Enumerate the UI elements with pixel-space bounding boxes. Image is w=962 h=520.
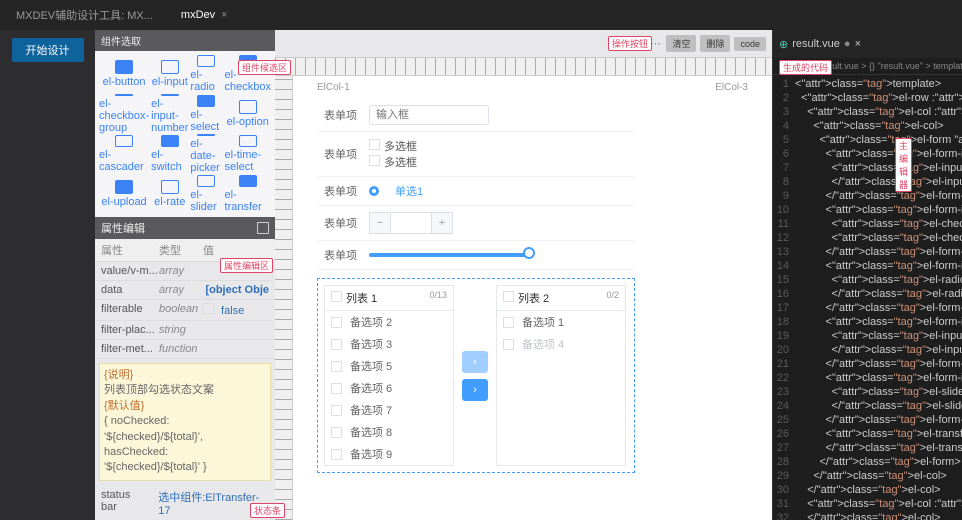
transfer-item[interactable]: 备选项 5 — [325, 355, 453, 377]
side-panel: 组件选取 组件候选区 el-buttonel-inputel-radioel-c… — [95, 30, 275, 520]
slider-thumb[interactable] — [523, 247, 535, 259]
component-el-button[interactable]: el-button — [99, 55, 149, 93]
component-el-input[interactable]: el-input — [151, 55, 188, 93]
property-row[interactable]: filterableboolean false — [95, 300, 275, 321]
canvas-toolbar: 操作按钮 ▷ ▢ ⋯ 清空 删除 code — [275, 30, 772, 58]
property-panel-header: 属性编辑 — [95, 217, 275, 239]
code-button[interactable]: code — [734, 37, 766, 51]
transfer-item[interactable]: 备选项 9 — [325, 443, 453, 465]
property-row[interactable]: filter-met...function — [95, 340, 275, 359]
transfer-item[interactable]: 备选项 2 — [325, 311, 453, 333]
code-editor[interactable]: 1<"attr">class="tag">template>2 <"attr">… — [773, 75, 962, 520]
badge-action-buttons: 操作按钮 — [608, 36, 652, 51]
component-el-rate[interactable]: el-rate — [151, 175, 188, 213]
tab-mxdev[interactable]: mxDev× — [173, 5, 236, 25]
col-label-3: ElCol-3 — [715, 82, 748, 93]
editor-canvas-area: 操作按钮 ▷ ▢ ⋯ 清空 删除 code ElCol-1 主编辑器 表单项 表… — [275, 30, 772, 520]
badge-generated-code: 生成的代码 — [779, 60, 832, 75]
tab-workspace[interactable]: MXDEV辅助设计工具: MX... — [8, 3, 161, 27]
radio[interactable] — [369, 186, 379, 196]
title-bar: MXDEV辅助设计工具: MX... mxDev× — [0, 0, 962, 30]
slider[interactable] — [369, 253, 529, 257]
transfer-item[interactable]: 备选项 7 — [325, 399, 453, 421]
property-note: {说明} 列表顶部勾选状态文案 {默认值} { noChecked: '${ch… — [99, 363, 271, 481]
property-row[interactable]: dataarray[object Obje — [95, 281, 275, 300]
checkbox[interactable] — [369, 139, 380, 150]
result-tab[interactable]: ⊕result.vue●× — [773, 30, 962, 58]
transfer-item[interactable]: 备选项 3 — [325, 333, 453, 355]
form-row-checkbox: 表单项多选框多选框 — [317, 132, 635, 177]
transfer-right-panel: 列表 20/2 备选项 1备选项 4 — [496, 285, 626, 466]
component-el-date-picker[interactable]: el-date-picker — [190, 135, 222, 173]
component-el-cascader[interactable]: el-cascader — [99, 135, 149, 173]
decrement-button[interactable]: − — [369, 212, 391, 234]
number-input[interactable] — [391, 212, 431, 234]
badge-status: 状态条 — [250, 503, 285, 518]
save-icon[interactable] — [257, 222, 269, 234]
activity-bar: 开始设计 — [0, 30, 95, 520]
text-input[interactable] — [369, 105, 489, 125]
code-panel: ⊕result.vue●× .mxDev > result.vue > {} "… — [772, 30, 962, 520]
form-row-number: 表单项−+ — [317, 206, 635, 241]
property-row[interactable]: filter-plac...string — [95, 321, 275, 340]
component-el-switch[interactable]: el-switch — [151, 135, 188, 173]
component-el-checkbox-group[interactable]: el-checkbox-group — [99, 95, 149, 133]
component-palette: el-buttonel-inputel-radioel-checkboxel-c… — [95, 51, 275, 217]
status-bar: status bar 选中组件:ElTransfer-17 状态条 — [95, 486, 275, 520]
increment-button[interactable]: + — [431, 212, 453, 234]
component-el-radio[interactable]: el-radio — [190, 55, 222, 93]
component-panel-header: 组件选取 — [95, 30, 275, 51]
transfer-component[interactable]: 列表 10/13 备选项 2备选项 3备选项 5备选项 6备选项 7备选项 8备… — [317, 278, 635, 473]
component-el-option[interactable]: el-option — [225, 95, 271, 133]
ruler-horizontal — [275, 58, 772, 76]
transfer-left-button[interactable]: ‹ — [462, 351, 488, 373]
transfer-item[interactable]: 备选项 6 — [325, 377, 453, 399]
clear-button[interactable]: 清空 — [666, 35, 696, 52]
transfer-item[interactable]: 备选项 1 — [497, 311, 625, 333]
ruler-vertical — [275, 76, 293, 520]
col-label-1: ElCol-1 — [317, 82, 635, 93]
property-row[interactable]: formatobject[object Obje — [95, 485, 275, 486]
transfer-item[interactable]: 备选项 4 — [497, 333, 625, 355]
badge-component-area: 组件候选区 — [238, 60, 291, 75]
form-row-input: 表单项 — [317, 99, 635, 132]
component-el-transfer[interactable]: el-transfer — [225, 175, 271, 213]
component-el-upload[interactable]: el-upload — [99, 175, 149, 213]
component-el-slider[interactable]: el-slider — [190, 175, 222, 213]
transfer-left-panel: 列表 10/13 备选项 2备选项 3备选项 5备选项 6备选项 7备选项 8备… — [324, 285, 454, 466]
property-table: 属性类型值 value/v-m...arraydataarray[object … — [95, 239, 275, 486]
design-canvas[interactable]: ElCol-1 主编辑器 表单项 表单项多选框多选框 表单项单选1 表单项−+ … — [293, 76, 772, 520]
form-row-slider: 表单项 — [317, 241, 635, 270]
start-design-button[interactable]: 开始设计 — [12, 38, 84, 62]
component-el-input-number[interactable]: el-input-number — [151, 95, 188, 133]
transfer-right-button[interactable]: › — [462, 379, 488, 401]
transfer-item[interactable]: 备选项 8 — [325, 421, 453, 443]
form-row-radio: 表单项单选1 — [317, 177, 635, 206]
close-icon[interactable]: × — [221, 9, 227, 21]
checkbox[interactable] — [369, 155, 380, 166]
component-el-select[interactable]: el-select — [190, 95, 222, 133]
close-icon[interactable]: × — [855, 38, 861, 50]
component-el-time-select[interactable]: el-time-select — [225, 135, 271, 173]
delete-button[interactable]: 删除 — [700, 35, 730, 52]
badge-property-area: 属性编辑区 — [220, 258, 273, 273]
